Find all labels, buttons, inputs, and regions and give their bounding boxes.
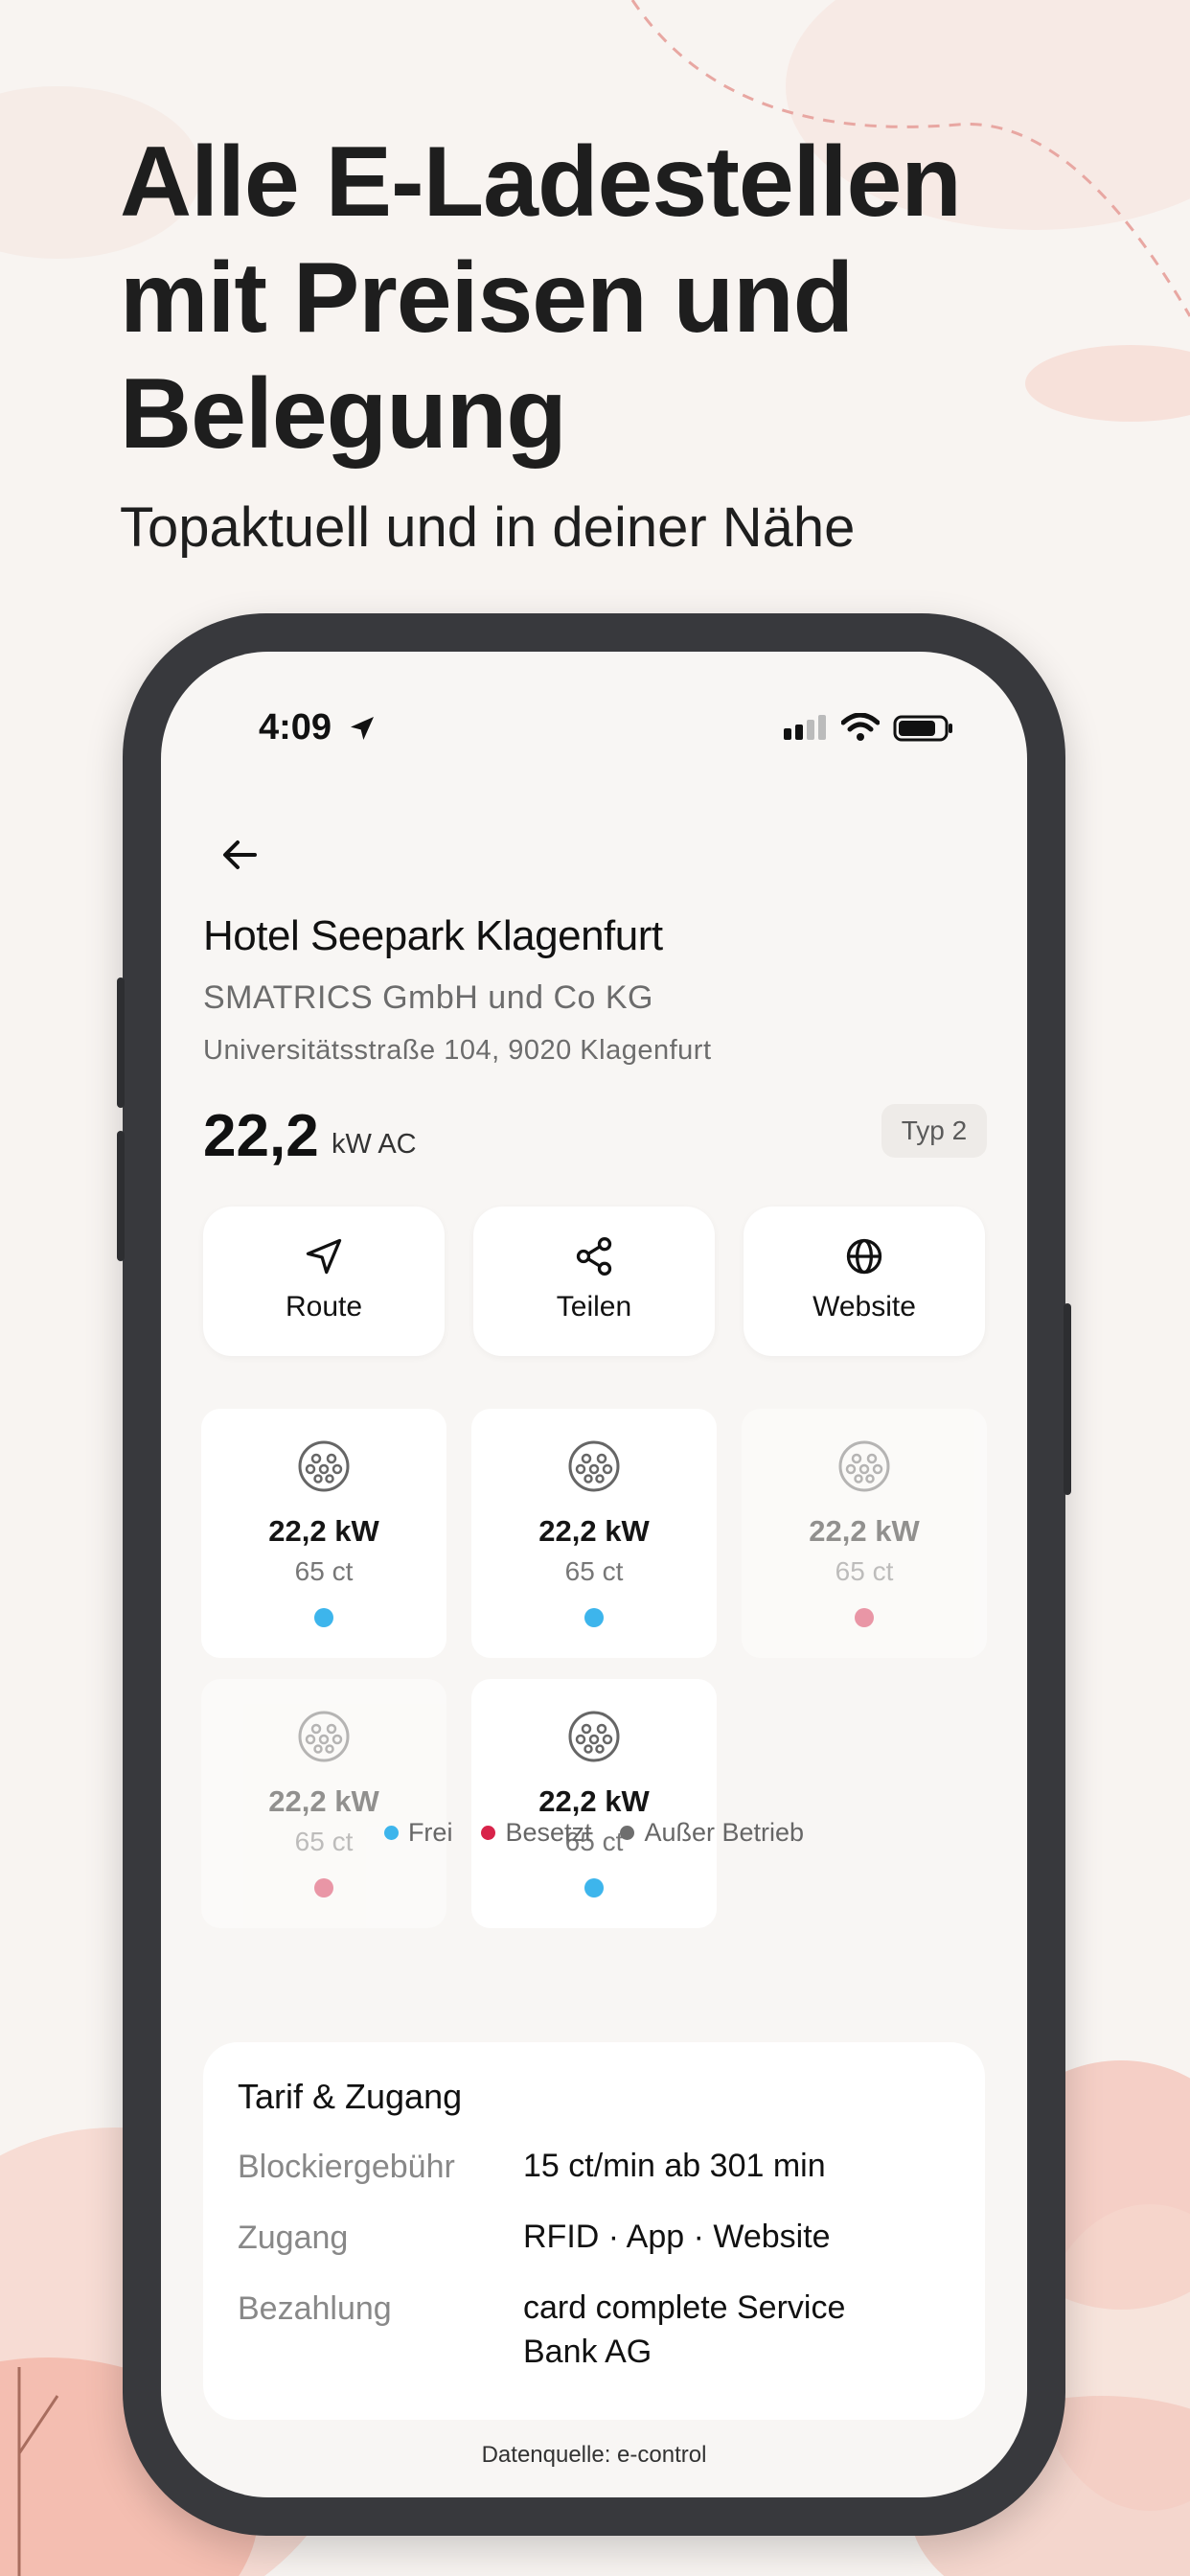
connector-power: 22,2 kW <box>809 1514 920 1548</box>
connector-card[interactable]: 22,2 kW 65 ct <box>201 1679 446 1928</box>
headline: Alle E-Ladestellen mit Preisen und Beleg… <box>120 126 962 470</box>
status-dot <box>314 1608 333 1627</box>
station-operator: SMATRICS GmbH und Co KG <box>203 979 653 1016</box>
subline: Topaktuell und in deiner Nähe <box>120 496 856 559</box>
legend-label: Außer Betrieb <box>644 1818 805 1847</box>
connector-power: 22,2 kW <box>538 1784 650 1818</box>
connector-card[interactable]: 22,2 kW 65 ct <box>471 1679 717 1928</box>
tariff-key-blocking-fee: Blockiergebühr <box>238 2149 455 2185</box>
station-power-unit: kW AC <box>332 1129 417 1160</box>
station-name: Hotel Seepark Klagenfurt <box>203 912 663 959</box>
connector-power: 22,2 kW <box>268 1514 379 1548</box>
connector-card[interactable]: 22,2 kW 65 ct <box>471 1409 717 1658</box>
share-button-label: Teilen <box>556 1291 632 1322</box>
battery-icon <box>893 715 952 742</box>
website-button-label: Website <box>812 1291 916 1322</box>
status-dot <box>314 1878 333 1898</box>
phone-frame: 4:09 Hotel Seepark Klagenfurt SMATRICS G… <box>117 613 1071 2536</box>
cellular-signal-icon <box>784 715 826 740</box>
plug-type-badge: Typ 2 <box>881 1104 987 1158</box>
navigation-arrow-icon <box>306 1238 342 1275</box>
legend-item-out-of-order: Außer Betrieb <box>620 1818 804 1848</box>
data-source: Datenquelle: e-control <box>481 2442 707 2468</box>
legend-item-free: Frei <box>383 1818 453 1848</box>
connector-power: 22,2 kW <box>538 1514 650 1548</box>
tariff-card: Tarif & Zugang Blockiergebühr 15 ct/min … <box>203 2042 985 2420</box>
tariff-value-access: RFID · App · Website <box>523 2219 831 2255</box>
share-icon <box>576 1237 612 1276</box>
share-button[interactable]: Teilen <box>473 1207 715 1356</box>
location-arrow-icon <box>351 717 374 740</box>
connector-card[interactable]: 22,2 kW 65 ct <box>742 1409 987 1658</box>
connector-price: 65 ct <box>835 1556 894 1586</box>
status-legend: Frei Besetzt Außer Betrieb <box>161 1818 1027 1848</box>
connector-power: 22,2 kW <box>268 1784 379 1818</box>
back-arrow-icon[interactable] <box>213 826 270 884</box>
legend-dot <box>383 1826 399 1840</box>
connector-card[interactable]: 22,2 kW 65 ct <box>201 1409 446 1658</box>
connector-price: 65 ct <box>294 1556 354 1586</box>
type2-plug-icon <box>568 1440 620 1492</box>
type2-plug-icon <box>298 1711 350 1762</box>
status-time: 4:09 <box>259 707 332 748</box>
globe-icon <box>846 1238 882 1275</box>
status-dot <box>584 1608 604 1627</box>
status-dot <box>584 1878 604 1898</box>
legend-dot <box>620 1826 635 1840</box>
type2-plug-icon <box>838 1440 890 1492</box>
tariff-value-blocking-fee: 15 ct/min ab 301 min <box>523 2148 826 2184</box>
legend-item-occupied: Besetzt <box>481 1818 591 1848</box>
status-dot <box>855 1608 874 1627</box>
station-address: Universitätsstraße 104, 9020 Klagenfurt <box>203 1035 712 1066</box>
legend-label: Besetzt <box>505 1818 592 1847</box>
tariff-title: Tarif & Zugang <box>238 2077 463 2116</box>
tariff-key-access: Zugang <box>238 2220 349 2256</box>
wifi-icon <box>841 713 880 741</box>
type2-plug-icon <box>568 1711 620 1762</box>
tariff-key-payment: Bezahlung <box>238 2290 392 2327</box>
route-button[interactable]: Route <box>203 1207 445 1356</box>
app-screen: 4:09 Hotel Seepark Klagenfurt SMATRICS G… <box>161 652 1027 2497</box>
legend-dot <box>481 1826 496 1840</box>
connector-price: 65 ct <box>564 1556 624 1586</box>
route-button-label: Route <box>285 1291 363 1322</box>
tariff-value-payment: card complete Service Bank AG <box>523 2289 846 2370</box>
station-power: 22,2 <box>203 1103 319 1169</box>
type2-plug-icon <box>298 1440 350 1492</box>
website-button[interactable]: Website <box>744 1207 985 1356</box>
legend-label: Frei <box>407 1818 453 1847</box>
